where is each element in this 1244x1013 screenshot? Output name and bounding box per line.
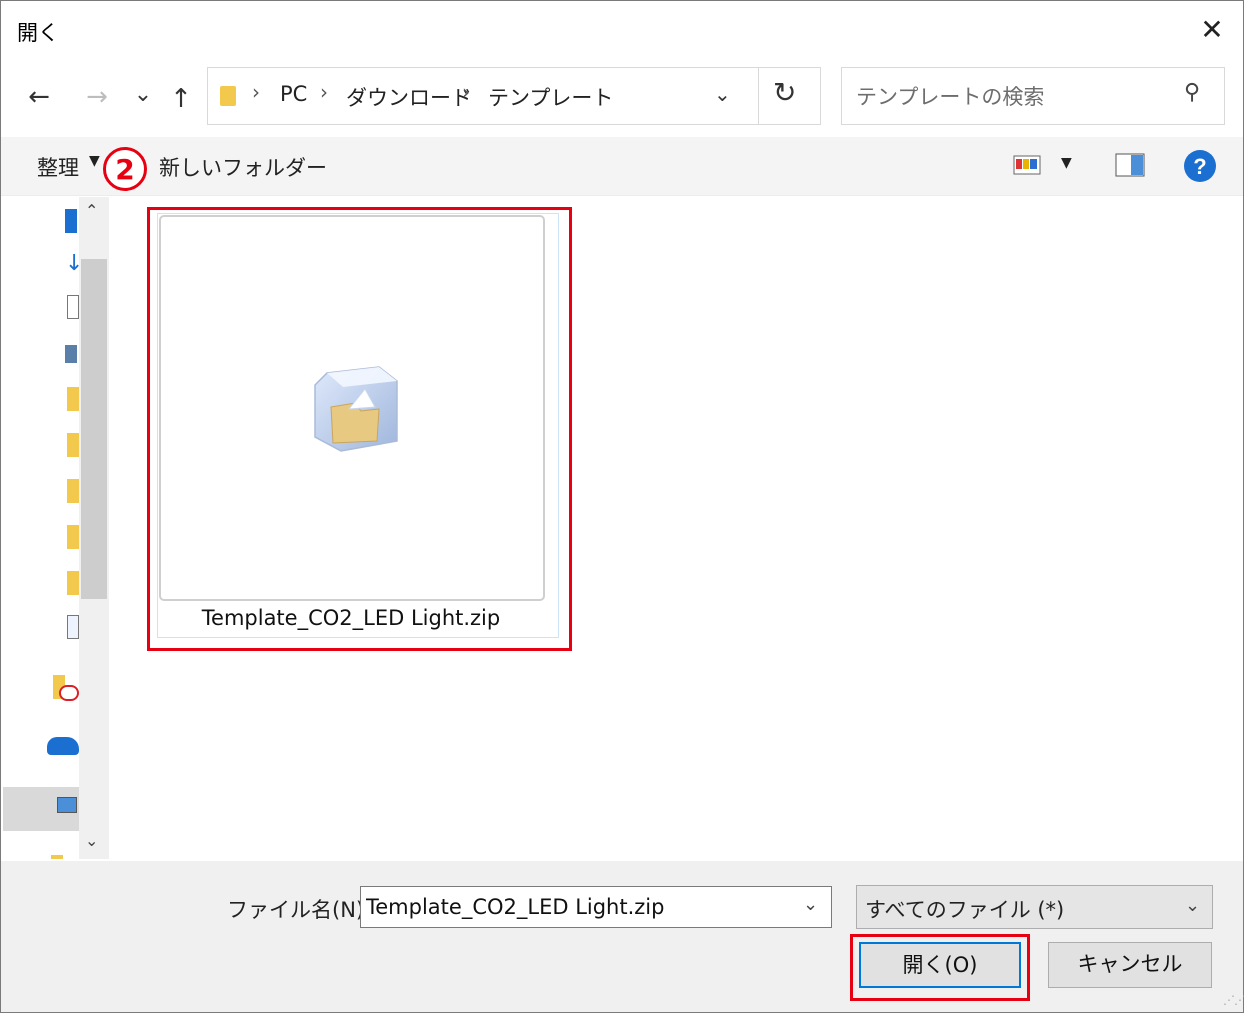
document-icon[interactable] bbox=[67, 615, 79, 639]
dialog-title: 開く bbox=[17, 21, 59, 45]
breadcrumb-separator: › bbox=[320, 80, 328, 104]
up-button[interactable]: ↑ bbox=[165, 79, 197, 119]
footer-area bbox=[1, 861, 1243, 1012]
folder-icon[interactable] bbox=[67, 479, 79, 503]
divider bbox=[758, 68, 759, 124]
filename-input[interactable] bbox=[366, 891, 786, 923]
folder-icon[interactable] bbox=[67, 433, 79, 457]
breadcrumb-templates[interactable]: テンプレート bbox=[488, 82, 613, 112]
refresh-icon[interactable]: ↻ bbox=[773, 76, 796, 109]
search-box[interactable]: ⚲ bbox=[841, 67, 1225, 125]
breadcrumb-separator: › bbox=[252, 80, 260, 104]
search-input[interactable] bbox=[854, 78, 1178, 116]
scrollbar-thumb[interactable] bbox=[81, 259, 107, 599]
search-icon[interactable]: ⚲ bbox=[1184, 80, 1200, 105]
back-button[interactable]: ← bbox=[21, 77, 57, 117]
filetype-dropdown-icon[interactable]: ⌄ bbox=[1185, 895, 1200, 916]
new-folder-button[interactable]: 新しいフォルダー bbox=[159, 152, 327, 182]
onedrive-icon[interactable] bbox=[47, 737, 79, 755]
folder-icon[interactable] bbox=[51, 855, 63, 859]
preview-pane-icon[interactable] bbox=[1115, 153, 1145, 177]
annotation-step-2: 2 bbox=[103, 147, 147, 191]
folder-icon bbox=[220, 86, 236, 106]
pictures-icon[interactable] bbox=[65, 345, 77, 363]
breadcrumb-pc[interactable]: PC bbox=[280, 82, 307, 106]
breadcrumb-downloads[interactable]: ダウンロード bbox=[346, 82, 472, 112]
annotation-highlight-file bbox=[147, 207, 572, 651]
creative-cloud-files-icon[interactable] bbox=[51, 675, 79, 701]
breadcrumb-separator: › bbox=[462, 80, 470, 104]
open-file-dialog: 開く ✕ ← → ⌄ ↑ › PC › ダウンロード › テンプレート ⌄ ↻ … bbox=[0, 0, 1244, 1013]
annotation-highlight-open bbox=[850, 934, 1030, 1001]
recent-locations-button[interactable]: ⌄ bbox=[129, 75, 157, 115]
title-bar: 開く ✕ bbox=[1, 1, 1243, 59]
address-bar[interactable]: › PC › ダウンロード › テンプレート ⌄ ↻ bbox=[207, 67, 821, 125]
svg-text:?: ? bbox=[1193, 154, 1206, 179]
documents-icon[interactable] bbox=[67, 295, 79, 319]
scroll-up-icon[interactable]: ⌃ bbox=[85, 201, 98, 220]
organize-dropdown-icon[interactable]: ▼ bbox=[89, 153, 100, 169]
cancel-button[interactable]: キャンセル bbox=[1048, 942, 1212, 988]
filename-combobox[interactable]: ⌄ bbox=[360, 886, 832, 928]
desktop-icon[interactable] bbox=[65, 209, 77, 233]
command-bar: 整理 ▼ 新しいフォルダー ▼ ? bbox=[1, 137, 1243, 196]
view-dropdown-icon[interactable]: ▼ bbox=[1061, 155, 1072, 171]
folder-icon[interactable] bbox=[67, 571, 79, 595]
filetype-value: すべてのファイル (*) bbox=[865, 898, 1065, 922]
scroll-down-icon[interactable]: ⌄ bbox=[85, 831, 98, 850]
filename-label: ファイル名(N): bbox=[227, 898, 372, 922]
view-options-icon[interactable] bbox=[1013, 155, 1041, 175]
folder-icon[interactable] bbox=[67, 525, 79, 549]
help-icon[interactable]: ? bbox=[1183, 149, 1217, 183]
this-pc-selected[interactable] bbox=[3, 787, 79, 831]
forward-button[interactable]: → bbox=[79, 77, 115, 117]
close-button[interactable]: ✕ bbox=[1195, 13, 1229, 47]
filetype-select[interactable]: すべてのファイル (*) ⌄ bbox=[856, 885, 1213, 929]
folder-icon[interactable] bbox=[67, 387, 79, 411]
filename-dropdown-icon[interactable]: ⌄ bbox=[803, 894, 818, 915]
address-dropdown-icon[interactable]: ⌄ bbox=[714, 82, 731, 106]
organize-menu[interactable]: 整理 bbox=[37, 152, 79, 182]
resize-grip-icon[interactable]: ⋰⋰ bbox=[1223, 993, 1244, 1007]
